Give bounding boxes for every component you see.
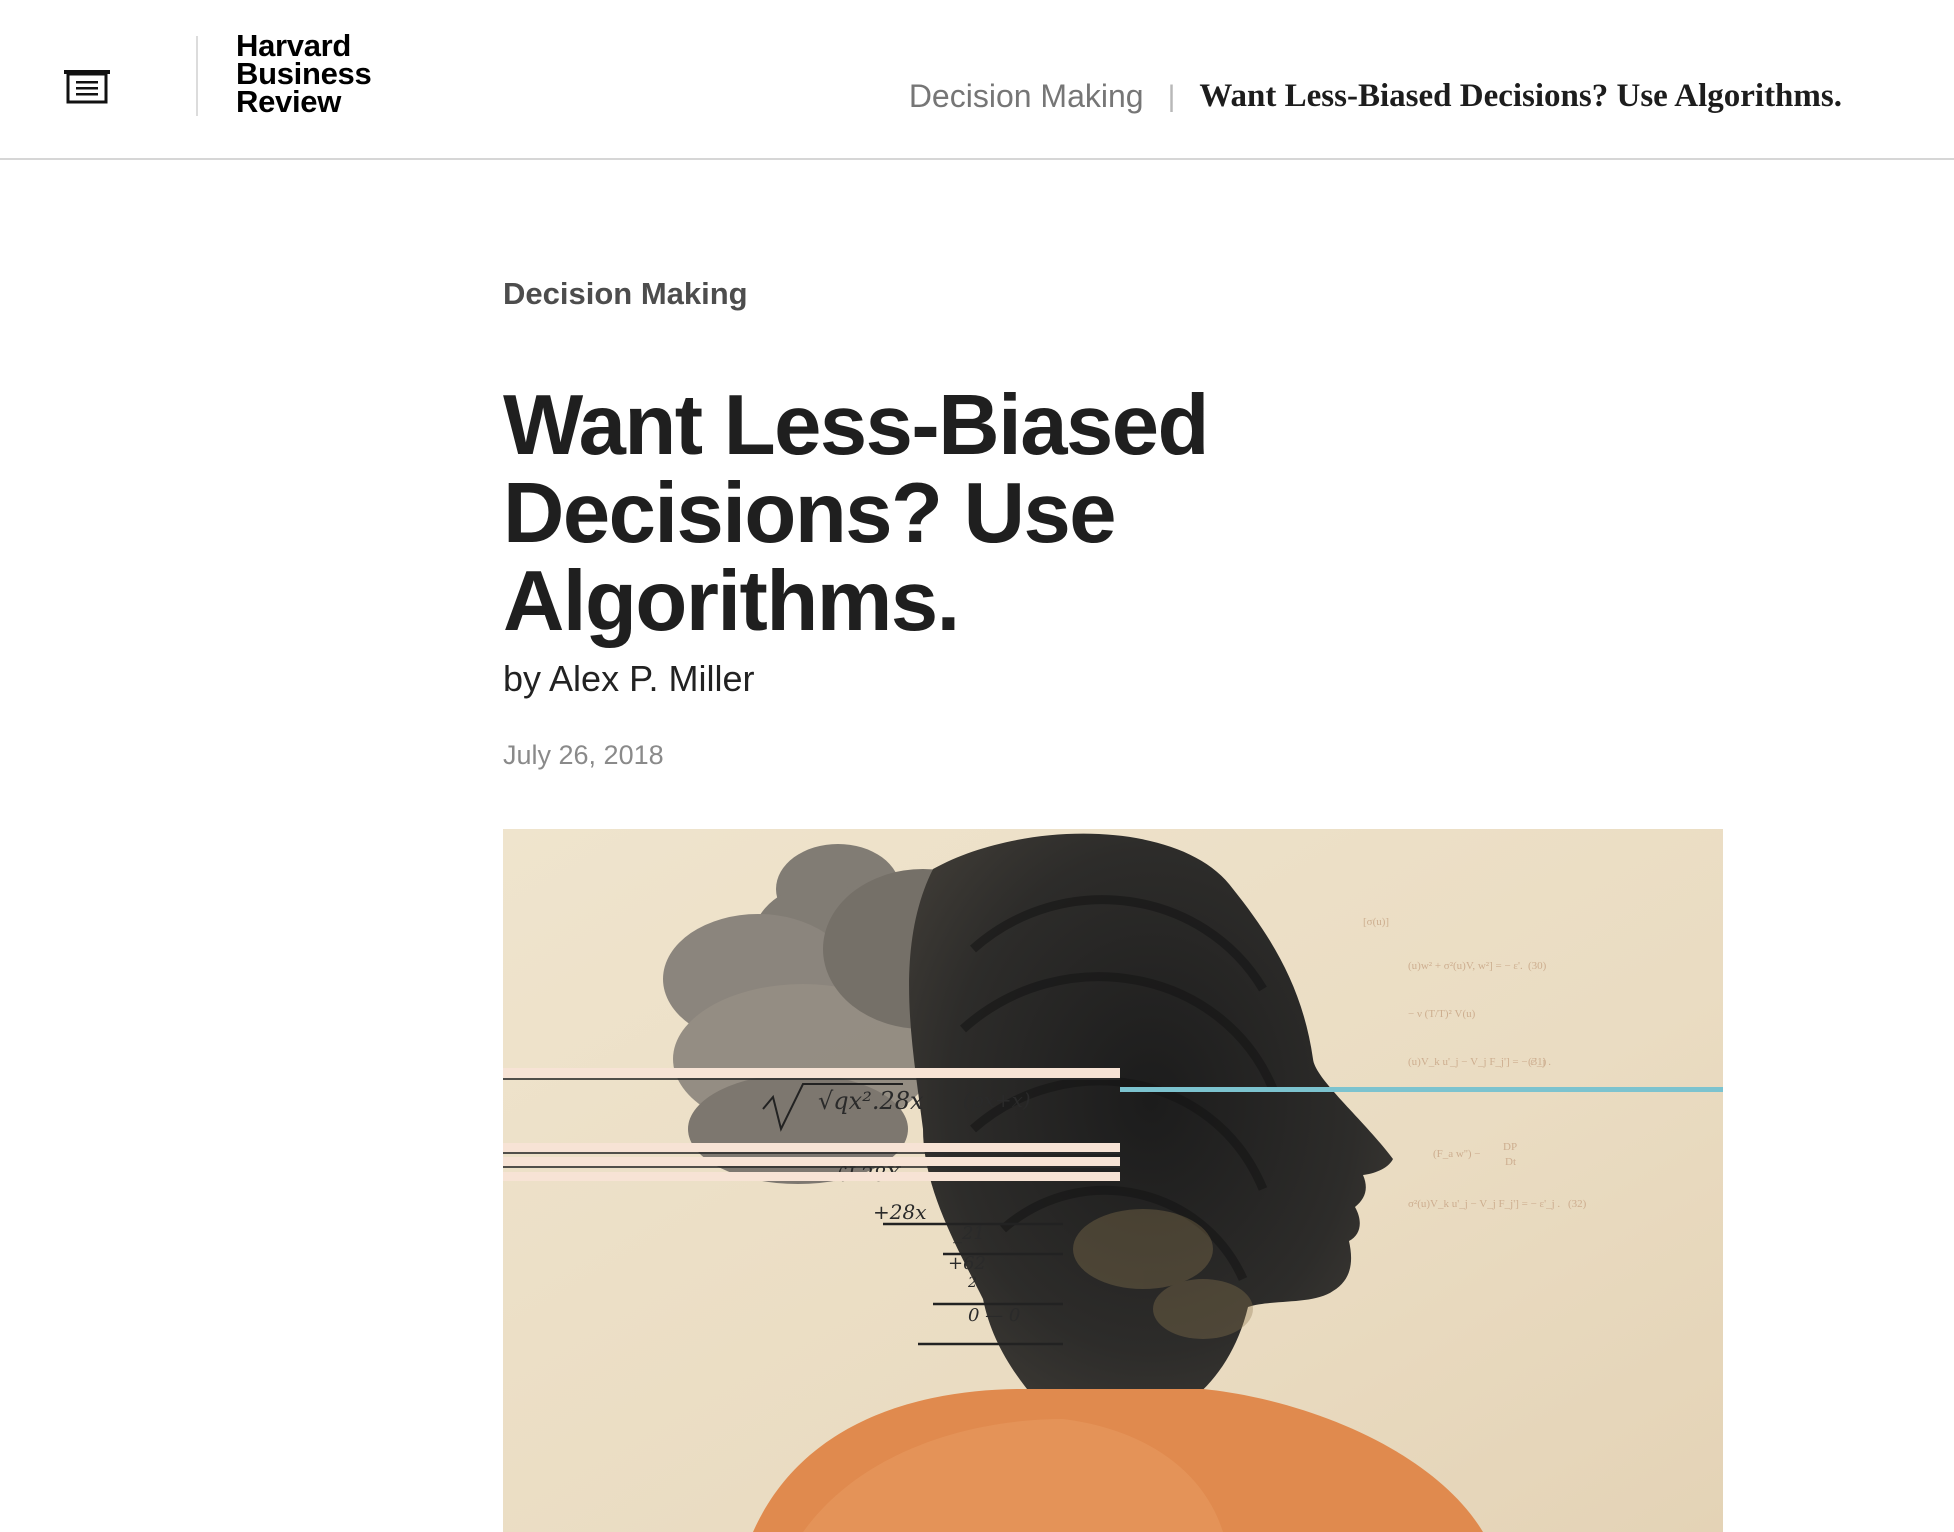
hand-eq-5: _21	[953, 1223, 985, 1244]
eq-number-30: (30)	[1528, 960, 1547, 972]
hand-eq-7: 2	[967, 1275, 977, 1291]
menu-icon	[64, 70, 110, 104]
logo-line-3: Review	[236, 84, 342, 119]
faint-eq-1: [σ(u)]	[1363, 916, 1389, 928]
faint-eq-5: (F_a w'') −	[1433, 1148, 1480, 1160]
article-topic-link[interactable]: Decision Making	[503, 276, 748, 312]
eq-number-32: (32)	[1568, 1198, 1587, 1210]
hand-eq-2: (px+x)	[963, 1088, 1031, 1112]
hand-eq-6: +62	[948, 1253, 986, 1274]
eq-dp: DP	[1503, 1141, 1517, 1153]
article-headline: Want Less-Biased Decisions? Use Algorith…	[503, 378, 1209, 649]
faint-eq-2: (u)w² + σ²(u)V, w²] = − ε'.	[1408, 960, 1523, 972]
eq-number-31: (31)	[1528, 1056, 1547, 1068]
publish-date: July 26, 2018	[503, 740, 664, 770]
menu-button[interactable]	[60, 62, 116, 110]
breadcrumb-separator: |	[1167, 79, 1176, 113]
faint-eq-3: − ν (T/T)² V(u)	[1408, 1008, 1476, 1020]
author-link[interactable]: Alex P. Miller	[549, 658, 754, 699]
article-byline: by Alex P. Miller	[503, 658, 754, 700]
faint-eq-6: σ²(u)V_k u'_j − V_j F_j'] = − ε'_j .	[1408, 1198, 1560, 1210]
eq-dt: Dt	[1505, 1156, 1516, 1168]
breadcrumb-section-link[interactable]: Decision Making	[909, 78, 1144, 115]
hand-eq-1: √qx².28x	[818, 1087, 924, 1115]
breadcrumb: Decision Making | Want Less-Biased Decis…	[909, 78, 1842, 115]
header-divider	[196, 36, 198, 116]
hand-eq-4: +28x	[873, 1200, 927, 1224]
teal-accent-line	[1120, 1087, 1723, 1092]
breadcrumb-article-title[interactable]: Want Less-Biased Decisions? Use Algorith…	[1199, 78, 1842, 115]
hero-illustration: [σ(u)] (u)w² + σ²(u)V, w²] = − ε'. (30) …	[503, 829, 1723, 1532]
hero-illustration-art: [σ(u)] (u)w² + σ²(u)V, w²] = − ε'. (30) …	[503, 829, 1723, 1532]
hand-eq-8: 0 — 0	[968, 1305, 1020, 1326]
site-header: Harvard Business Review Decision Making …	[0, 0, 1954, 160]
hbr-logo[interactable]: Harvard Business Review	[236, 30, 372, 119]
byline-prefix: by	[503, 658, 542, 699]
